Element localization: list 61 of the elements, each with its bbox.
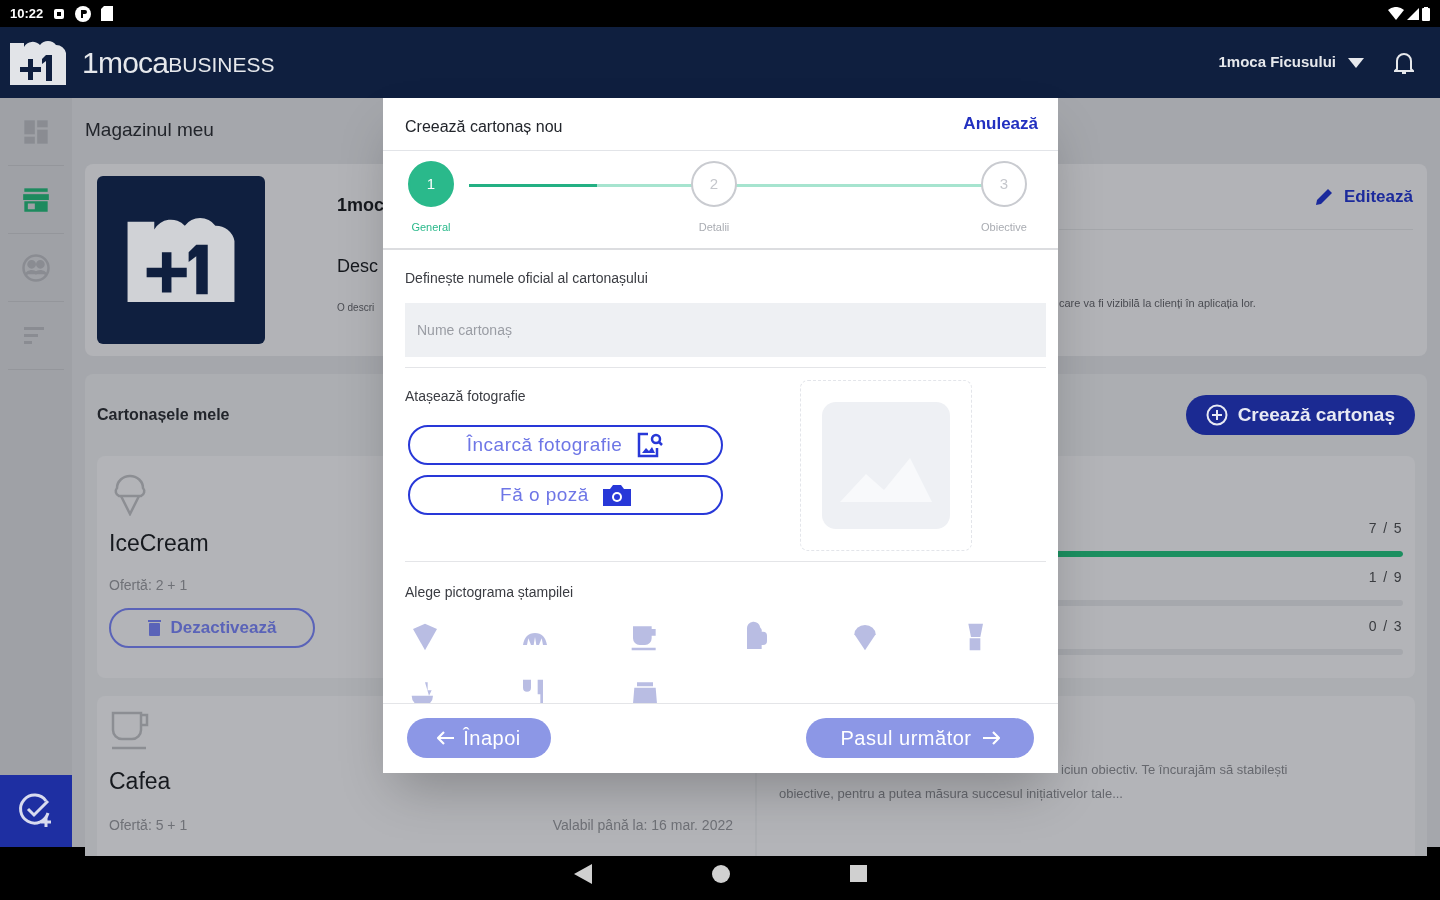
step-label: Detalii xyxy=(698,220,730,236)
objectives-note: iciun obiectiv. Te încurajăm să stabilești xyxy=(1061,761,1289,779)
cancel-link[interactable]: Anulează xyxy=(963,111,1038,137)
step-indicator: 3 xyxy=(981,161,1027,208)
pencil-icon xyxy=(1314,186,1334,207)
logo-icon xyxy=(10,40,66,85)
objective-reading: 1 / 9 xyxy=(1368,568,1403,587)
create-card-button[interactable]: Creează cartonaș xyxy=(1185,395,1415,435)
step-indicator: 2 xyxy=(691,161,737,208)
take-photo-button[interactable]: Fă o poză xyxy=(408,475,723,516)
step-label: Obiective xyxy=(981,220,1027,236)
store-icon[interactable] xyxy=(22,186,50,213)
app-notification-icon xyxy=(75,5,92,22)
logo-icon xyxy=(125,218,237,302)
card-offer: Ofertă: 5 + 1 xyxy=(109,815,188,835)
objectives-note: obiective, pentru a putea măsura succesul inițiativelor tale... xyxy=(779,784,1124,803)
add-task-button[interactable] xyxy=(0,775,72,847)
card-name-field[interactable]: Nume cartonaș xyxy=(405,303,1046,358)
signal-icon xyxy=(1407,7,1419,20)
section-title: Cartonașele mele xyxy=(97,405,230,425)
section-label: Alege pictograma ștampilei xyxy=(405,583,575,603)
objective-reading: 7 / 5 xyxy=(1368,519,1403,538)
arrow-left-icon xyxy=(437,730,456,745)
card-name: IceCream xyxy=(109,529,209,558)
sd-card-icon xyxy=(101,6,114,21)
store-name: 1moc xyxy=(337,194,383,217)
description-text: O descri xyxy=(337,301,376,315)
card-validity: Valabil până la: 16 mar. 2022 xyxy=(552,815,733,835)
wifi-icon xyxy=(1388,7,1404,20)
upload-photo-button[interactable]: Încarcă fotografie xyxy=(408,425,723,466)
notification-icon xyxy=(53,7,66,20)
notifications-icon[interactable] xyxy=(1394,50,1414,75)
add-circle-icon xyxy=(1205,404,1228,426)
image-upload-icon xyxy=(636,431,665,460)
objective-reading: 0 / 3 xyxy=(1368,617,1403,636)
next-step-button[interactable]: Pasul următor xyxy=(806,717,1034,758)
card-name: Cafea xyxy=(109,767,171,796)
back-button[interactable]: Înapoi xyxy=(407,717,551,758)
clock: 10:22 xyxy=(10,4,44,23)
brand-suffix: BUSINESS xyxy=(168,51,275,78)
brand-name: 1moca xyxy=(82,45,169,81)
caret-icon xyxy=(1348,57,1364,68)
deactivate-button[interactable]: Dezactivează xyxy=(109,607,315,648)
description-text: care va fi vizibilă la clienți în aplicația lor. xyxy=(1059,297,1256,309)
battery-icon xyxy=(1422,6,1430,21)
trash-icon xyxy=(147,619,161,636)
card-offer: Ofertă: 2 + 1 xyxy=(109,575,188,595)
field-label: Definește numele oficial al cartonașului xyxy=(405,269,649,289)
home-nav-icon[interactable] xyxy=(711,864,730,883)
recents-nav-icon[interactable] xyxy=(849,865,867,882)
dialog-title: Creează cartonaș nou xyxy=(405,117,563,138)
page-title: Magazinul meu xyxy=(85,118,214,142)
store-selector[interactable]: 1moca Ficusului xyxy=(1218,51,1364,74)
step-indicator: 1 xyxy=(408,161,454,208)
edit-button[interactable]: Editează xyxy=(1314,183,1413,210)
arrow-right-icon xyxy=(981,730,1000,745)
description-label: Desc xyxy=(337,255,379,278)
step-label: General xyxy=(411,220,451,236)
back-nav-icon[interactable] xyxy=(573,863,592,884)
section-label: Atașează fotografie xyxy=(405,387,527,407)
camera-icon xyxy=(602,484,631,507)
